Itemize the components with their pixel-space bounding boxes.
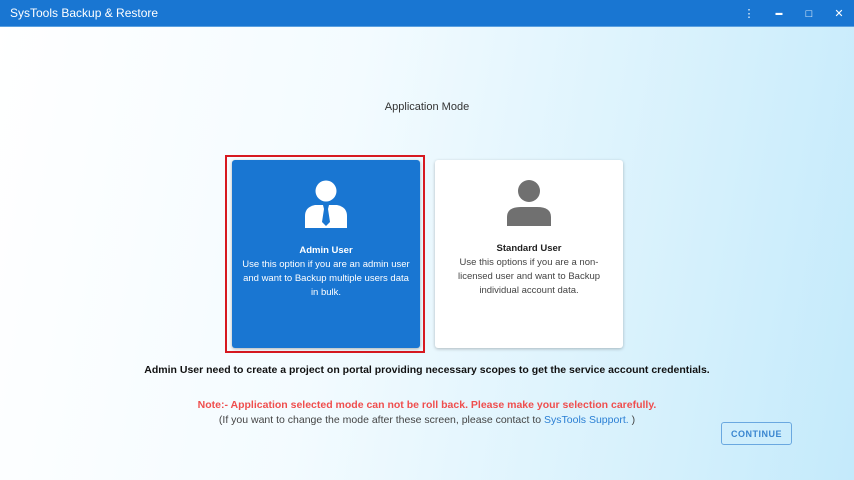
systools-support-link[interactable]: SysTools Support. [544, 414, 629, 426]
minimize-icon[interactable]: ▬ [764, 10, 794, 17]
menu-icon[interactable]: ⋮ [734, 7, 764, 20]
maximize-icon[interactable]: □ [794, 8, 824, 20]
card-description: Use this option if you are an admin user… [242, 259, 410, 298]
continue-button[interactable]: CONTINUE [721, 422, 792, 445]
card-description: Use this options if you are a non-licens… [457, 257, 601, 296]
window-title: SysTools Backup & Restore [10, 6, 159, 20]
contact-suffix: ) [628, 414, 636, 426]
admin-user-icon [305, 180, 347, 228]
admin-user-card[interactable]: Admin User Use this option if you are an… [232, 160, 420, 348]
close-icon[interactable]: ✕ [824, 7, 854, 20]
page-title: Application Mode [384, 101, 470, 113]
card-title: Standard User [496, 243, 562, 254]
admin-info-text: Admin User need to create a project on p… [144, 364, 710, 376]
standard-user-card[interactable]: Standard User Use this options if you ar… [435, 160, 623, 348]
card-title: Admin User [299, 245, 353, 256]
title-bar: SysTools Backup & Restore ⋮ ▬ □ ✕ [0, 0, 854, 27]
contact-prefix: (If you want to change the mode after th… [218, 414, 545, 426]
warning-note: Note:- Application selected mode can not… [197, 399, 657, 411]
user-icon [507, 180, 551, 226]
